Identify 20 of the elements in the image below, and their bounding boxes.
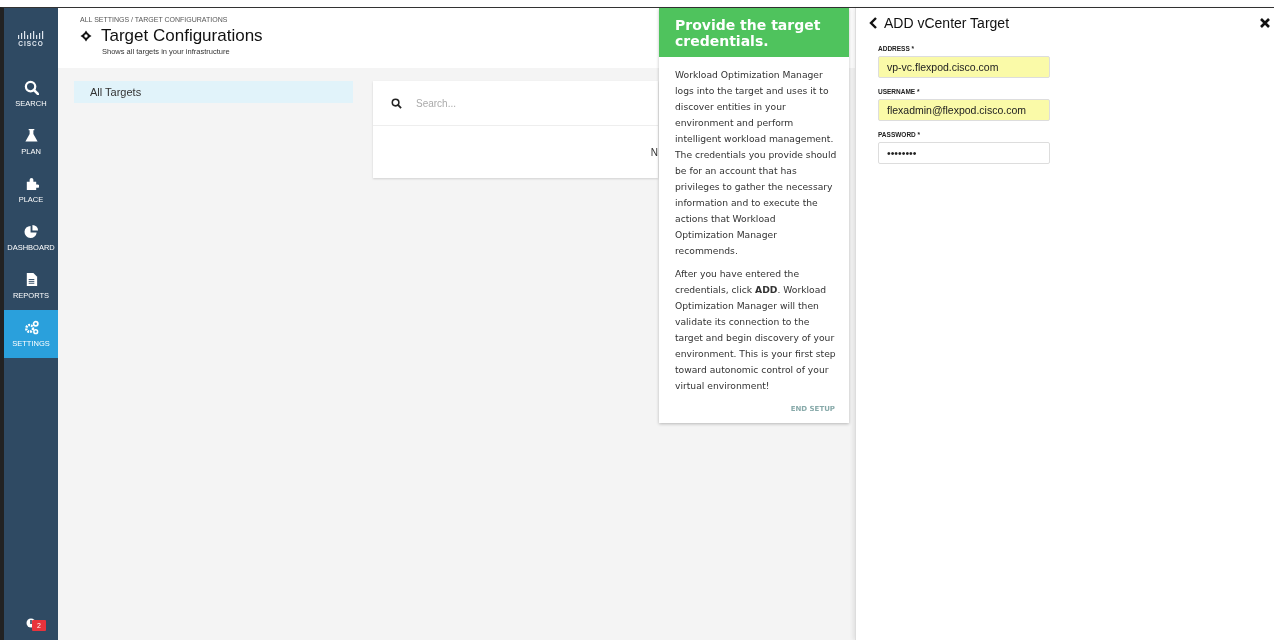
- gears-icon: [23, 320, 39, 335]
- popover-text: After you have entered the credentials, click ADD. Workload Optimization Manager will then validate its connection to the target and begin discovery of your environment. This is your first step toward autonomic control of your virtual environment!: [675, 267, 837, 393]
- target-group-item[interactable]: All Targets: [74, 81, 353, 103]
- panel-title: ADD vCenter Target: [884, 15, 1009, 31]
- popover-text: Workload Optimization Manager logs into the target and uses it to discover entities in your environment and perform intelligent workload management. The credentials you provide should be for an account that has privileges to gather the necessary information and to execute the actions that Workload Optimization Manager recommends.: [675, 68, 837, 258]
- back-icon[interactable]: [868, 17, 878, 29]
- search-field[interactable]: Search...: [414, 96, 618, 110]
- search-icon: [391, 97, 402, 109]
- input-field[interactable]: flexadmin@flexpod.cisco.com: [878, 99, 1050, 121]
- search-icon: [23, 80, 39, 95]
- empty-message: N: [650, 146, 658, 158]
- pie-chart-icon: [23, 224, 39, 239]
- target-icon: [80, 30, 92, 42]
- logo-icon: [17, 31, 45, 39]
- popover-title: Provide the target credentials.: [659, 8, 849, 57]
- flask-icon: [23, 128, 39, 143]
- input-field[interactable]: ••••••••: [878, 142, 1050, 164]
- input-field[interactable]: vp-vc.flexpod.cisco.com: [878, 56, 1050, 78]
- close-icon[interactable]: [1260, 18, 1270, 28]
- page-title: Target Configurations: [101, 26, 263, 46]
